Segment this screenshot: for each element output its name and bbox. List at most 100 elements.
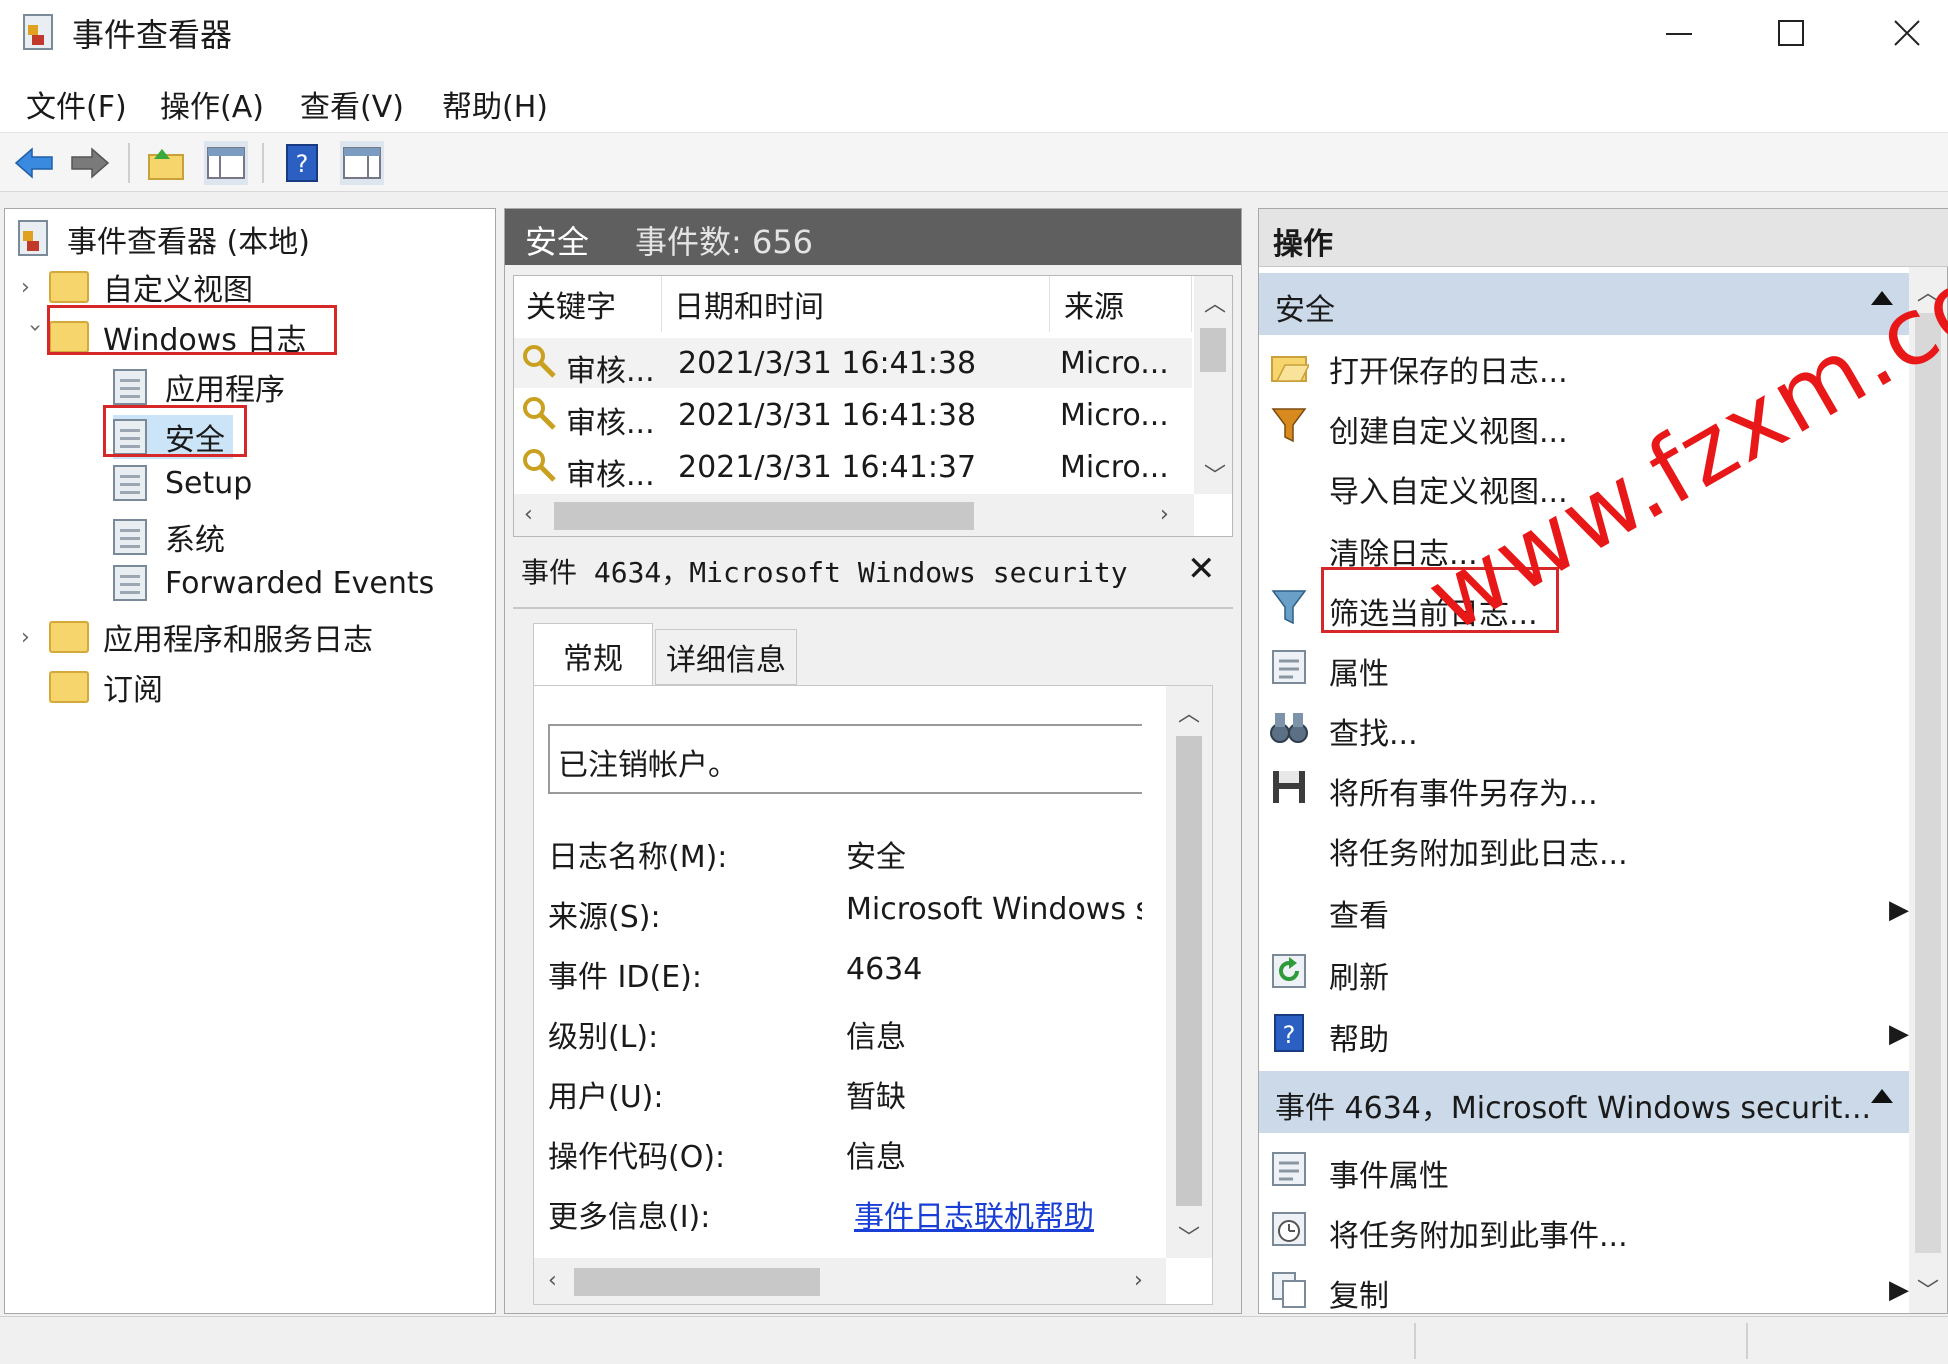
tree-application[interactable]: 应用程序 [113,365,285,409]
filter-create-icon [1271,408,1307,443]
tree-root[interactable]: 事件查看器 (本地) [17,217,310,261]
chevron-right-icon[interactable]: › [21,625,49,650]
actions-vscroll-thumb[interactable] [1915,313,1941,1253]
detail-hscroll-thumb[interactable] [574,1268,820,1296]
maximize-button[interactable] [1746,4,1836,62]
scroll-right-icon[interactable]: › [1134,1268,1143,1293]
table-row[interactable]: 审核... 2021/3/31 16:41:37 Micro... [514,442,1192,493]
tree-root-label: 事件查看器 (本地) [67,225,310,260]
table-row[interactable]: 审核... 2021/3/31 16:41:38 Micro... [514,338,1192,389]
up-folder-button[interactable] [144,141,188,185]
window-title: 事件查看器 [72,16,233,54]
refresh-icon [1272,954,1306,988]
highlight-windows-logs [47,305,337,355]
tab-details[interactable]: 详细信息 [655,629,797,685]
tree-subscriptions[interactable]: 订阅 [49,665,163,709]
action-copy[interactable]: 复制 ▶ [1259,1261,1909,1321]
tree-application-label: 应用程序 [165,373,285,408]
column-keyword[interactable]: 关键字 [514,276,662,332]
menu-view[interactable]: 查看(V) [300,82,404,126]
scroll-up-icon[interactable]: ︿ [1204,286,1226,318]
console-tree-icon [207,147,245,179]
chevron-down-icon[interactable]: › [23,323,48,351]
action-find[interactable]: 查找... [1259,699,1899,759]
binoculars-icon [1270,713,1308,743]
section-security[interactable]: 安全 [1259,273,1909,335]
general-tab-panel: 已注销帐户。 日志名称(M): 安全 来源(S): Microsoft Wind… [533,685,1213,1305]
event-list-hscrollbar[interactable]: ‹ › [514,494,1194,536]
help-button[interactable]: ? [280,141,324,185]
close-detail-icon[interactable]: ✕ [1187,549,1216,589]
minimize-button[interactable] [1634,4,1724,62]
prop-opcode-value: 信息 [846,1140,906,1175]
forward-button[interactable] [68,141,112,185]
row-source: Micro... [1060,346,1169,381]
row-datetime: 2021/3/31 16:41:37 [678,450,977,485]
collapse-up-icon[interactable] [1871,1089,1893,1103]
tab-general[interactable]: 常规 [533,623,653,687]
submenu-arrow-icon: ▶ [1889,1275,1909,1305]
prop-source-value: Microsoft Windows se [846,892,1142,927]
scroll-up-icon[interactable]: ︿ [1178,696,1200,728]
event-message-box[interactable]: 已注销帐户。 [548,724,1142,794]
menu-file[interactable]: 文件(F) [26,82,127,126]
chevron-right-icon[interactable]: › [21,275,49,300]
scroll-left-icon[interactable]: ‹ [524,502,533,527]
action-help[interactable]: ? 帮助 ▶ [1259,1005,1909,1065]
detail-vscroll-thumb[interactable] [1176,736,1202,1206]
detail-hscrollbar[interactable]: ‹ › [534,1258,1166,1304]
scroll-right-icon[interactable]: › [1160,502,1169,527]
hscroll-thumb[interactable] [554,502,974,530]
vscroll-thumb[interactable] [1200,328,1226,372]
show-hide-action-pane-button[interactable] [340,141,384,185]
section-security-label: 安全 [1275,293,1335,328]
action-attach-task-to-log[interactable]: 将任务附加到此日志... [1259,819,1899,879]
action-save-all-events[interactable]: 将所有事件另存为... [1259,759,1899,819]
log-name: 安全 [525,223,590,261]
show-hide-tree-button[interactable] [204,141,248,185]
tree-setup[interactable]: Setup [113,465,252,501]
audit-key-icon [523,397,556,430]
tree-app-service-logs[interactable]: › 应用程序和服务日志 [21,615,373,659]
action-view[interactable]: 查看 ▶ [1259,881,1909,941]
tree-forwarded-events[interactable]: Forwarded Events [113,565,434,601]
row-source: Micro... [1060,450,1169,485]
action-refresh[interactable]: 刷新 [1259,943,1899,1003]
detail-vscrollbar[interactable]: ︿ ﹀ [1166,686,1212,1258]
filter-icon [1271,590,1307,625]
actions-header-title: 操作 [1273,227,1333,262]
column-source[interactable]: 来源 [1050,276,1192,332]
event-viewer-window: 事件查看器 文件(F) 操作(A) 查看(V) 帮助(H) ? 事件查看器 (本… [0,0,1948,1364]
action-view-label: 查看 [1329,899,1389,934]
title-bar: 事件查看器 [0,0,1948,66]
action-attach-task-to-event[interactable]: 将任务附加到此事件... [1259,1201,1899,1261]
action-properties[interactable]: 属性 [1259,639,1899,699]
menu-help[interactable]: 帮助(H) [442,82,548,126]
svg-text:?: ? [1283,1021,1296,1049]
action-create-custom-view-label: 创建自定义视图... [1329,415,1568,450]
action-event-properties[interactable]: 事件属性 [1259,1141,1899,1201]
menu-action[interactable]: 操作(A) [160,82,264,126]
actions-vscrollbar[interactable]: ︿ ﹀ [1909,267,1947,1313]
prop-log-name-label: 日志名称(M): [548,840,728,875]
section-event-4634[interactable]: 事件 4634，Microsoft Windows securit... [1259,1071,1909,1133]
table-row[interactable]: 审核... 2021/3/31 16:41:38 Micro... [514,390,1192,441]
tree-system[interactable]: 系统 [113,515,225,559]
column-datetime[interactable]: 日期和时间 [662,276,1050,332]
close-button[interactable] [1862,4,1948,62]
action-refresh-label: 刷新 [1329,961,1389,996]
scroll-left-icon[interactable]: ‹ [548,1268,557,1293]
scroll-down-icon[interactable]: ﹀ [1917,1273,1939,1305]
event-list-vscrollbar[interactable]: ︿ ﹀ [1194,276,1232,494]
prop-event-id-label: 事件 ID(E): [548,960,702,995]
action-attach-task-to-event-label: 将任务附加到此事件... [1329,1219,1628,1254]
submenu-arrow-icon: ▶ [1889,895,1909,925]
online-help-link[interactable]: 事件日志联机帮助 [854,1192,1094,1236]
log-file-icon [113,369,147,405]
scroll-down-icon[interactable]: ﹀ [1204,458,1226,490]
event-viewer-icon [18,220,48,256]
back-button[interactable] [12,141,56,185]
tree-custom-views[interactable]: › 自定义视图 [21,265,253,309]
scroll-down-icon[interactable]: ﹀ [1178,1220,1200,1252]
prop-source-label: 来源(S): [548,900,661,935]
